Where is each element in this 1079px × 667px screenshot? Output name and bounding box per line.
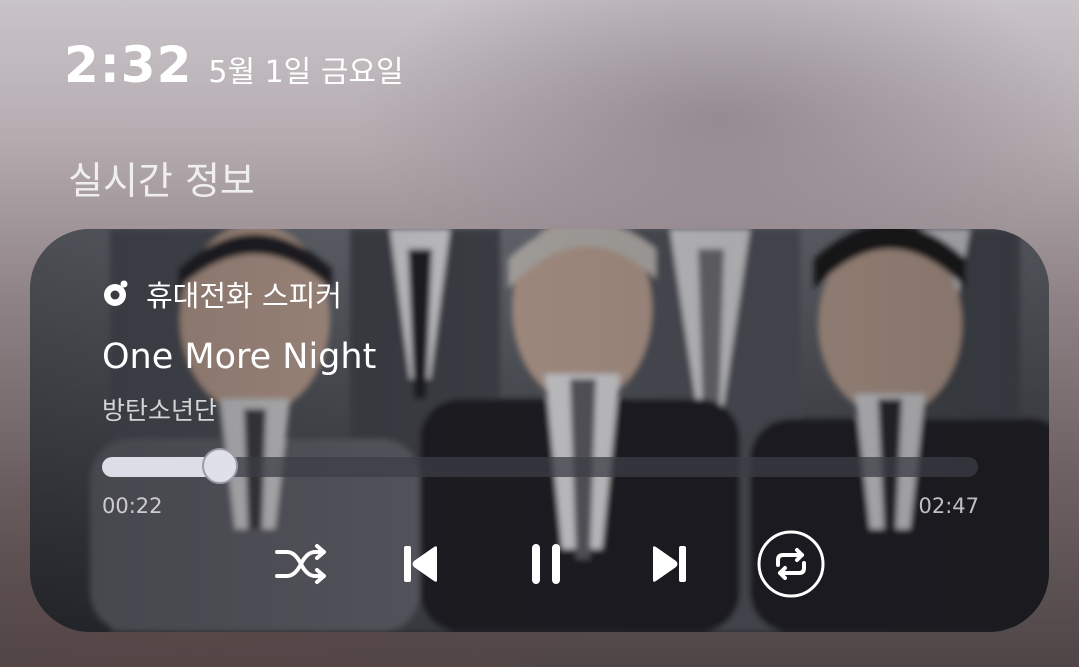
playback-controls — [266, 529, 826, 599]
track-artist: 방탄소년단 — [102, 396, 218, 425]
shuffle-button[interactable] — [266, 529, 336, 599]
track-title: One More Night — [102, 337, 377, 377]
elapsed-time: 00:22 — [102, 494, 163, 518]
live-info-heading: 실시간 정보 — [68, 159, 255, 203]
next-button[interactable] — [634, 529, 704, 599]
speaker-icon — [104, 280, 128, 306]
clock-time: 2:32 — [64, 36, 193, 94]
total-duration: 02:47 — [918, 494, 979, 518]
seek-bar-thumb[interactable] — [202, 448, 238, 484]
lockscreen-clock: 2:32 5월 1일 금요일 — [64, 36, 404, 100]
repeat-icon — [757, 530, 825, 598]
skip-next-icon — [653, 546, 686, 582]
media-player-card[interactable]: 휴대전화 스피커 One More Night 방탄소년단 00:22 02:4… — [30, 229, 1049, 632]
clock-date: 5월 1일 금요일 — [208, 55, 404, 90]
output-device-label: 휴대전화 스피커 — [146, 279, 342, 313]
previous-button[interactable] — [386, 529, 456, 599]
repeat-button[interactable] — [756, 529, 826, 599]
seek-bar[interactable] — [102, 448, 978, 484]
pause-icon — [532, 544, 560, 584]
skip-previous-icon — [404, 546, 437, 582]
shuffle-icon — [275, 544, 326, 584]
pause-button[interactable] — [511, 529, 581, 599]
output-device-selector[interactable]: 휴대전화 스피커 — [102, 273, 342, 315]
